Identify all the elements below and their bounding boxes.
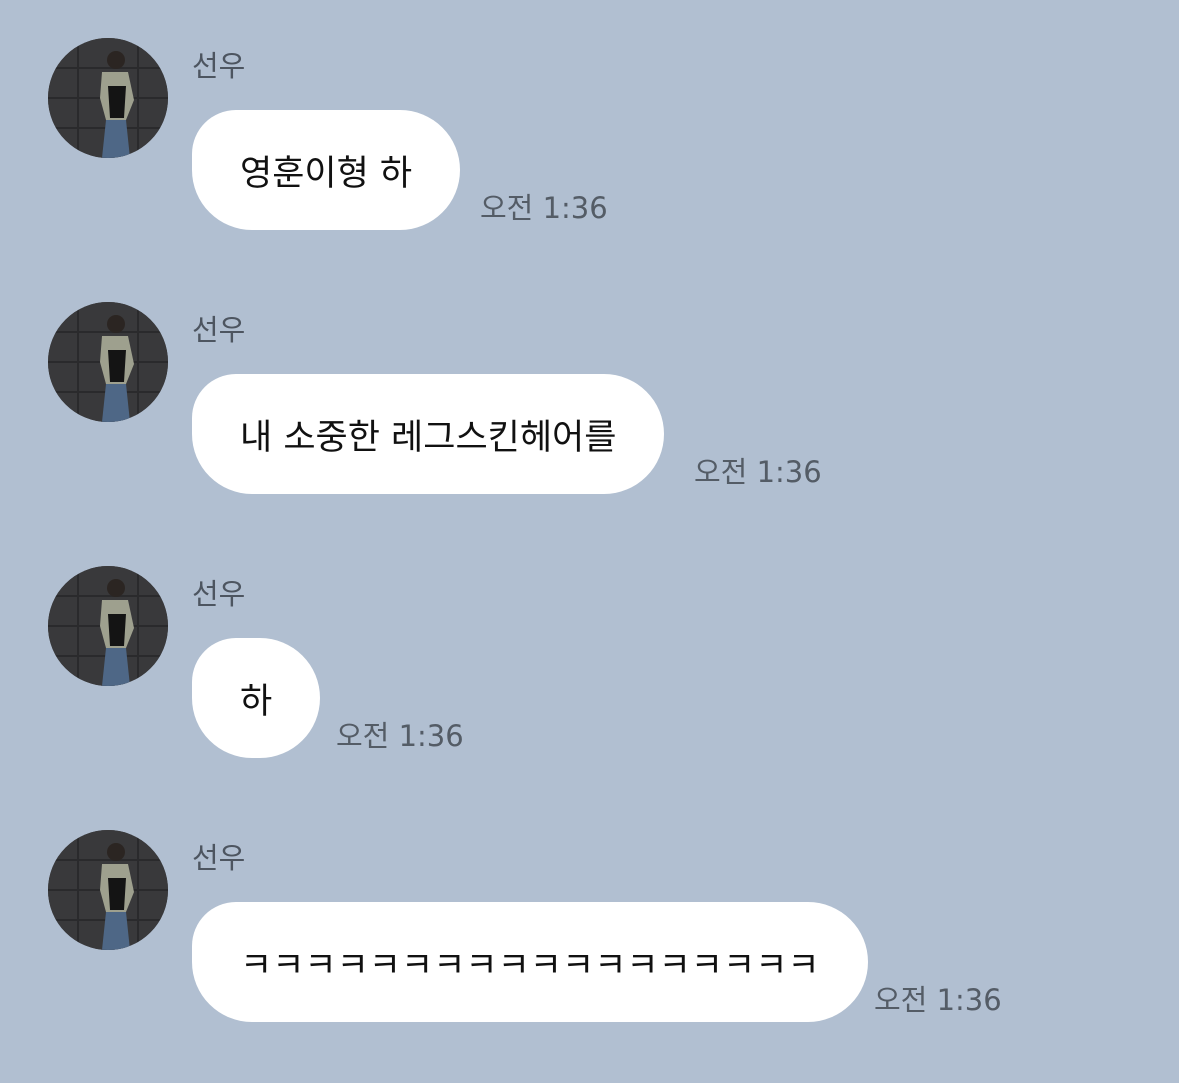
sender-name: 선우 (192, 841, 246, 875)
message-row: 선우 내 소중한 레그스킨헤어를 오전 1:36 (0, 302, 1179, 542)
message-row: 선우 하 오전 1:36 (0, 566, 1179, 806)
avatar[interactable] (48, 830, 168, 950)
sender-name: 선우 (192, 577, 246, 611)
avatar[interactable] (48, 566, 168, 686)
timestamp: 오전 1:36 (874, 983, 1002, 1017)
message-bubble[interactable]: 하 (192, 638, 321, 758)
message-row: 선우 ㅋㅋㅋㅋㅋㅋㅋㅋㅋㅋㅋㅋㅋㅋㅋㅋㅋㅋ 오전 1:36 (0, 830, 1179, 1070)
profile-photo-icon (48, 566, 168, 686)
message-bubble[interactable]: 내 소중한 레그스킨헤어를 (192, 374, 665, 494)
message-bubble[interactable]: ㅋㅋㅋㅋㅋㅋㅋㅋㅋㅋㅋㅋㅋㅋㅋㅋㅋㅋ (192, 902, 868, 1022)
message-bubble[interactable]: 영훈이형 하 (192, 110, 461, 230)
avatar[interactable] (48, 38, 168, 158)
sender-name: 선우 (192, 49, 246, 83)
sender-name: 선우 (192, 313, 246, 347)
profile-photo-icon (48, 302, 168, 422)
profile-photo-icon (48, 38, 168, 158)
avatar[interactable] (48, 302, 168, 422)
timestamp: 오전 1:36 (480, 191, 608, 225)
timestamp: 오전 1:36 (694, 455, 822, 489)
timestamp: 오전 1:36 (336, 719, 464, 753)
message-row: 선우 영훈이형 하 오전 1:36 (0, 38, 1179, 278)
profile-photo-icon (48, 830, 168, 950)
